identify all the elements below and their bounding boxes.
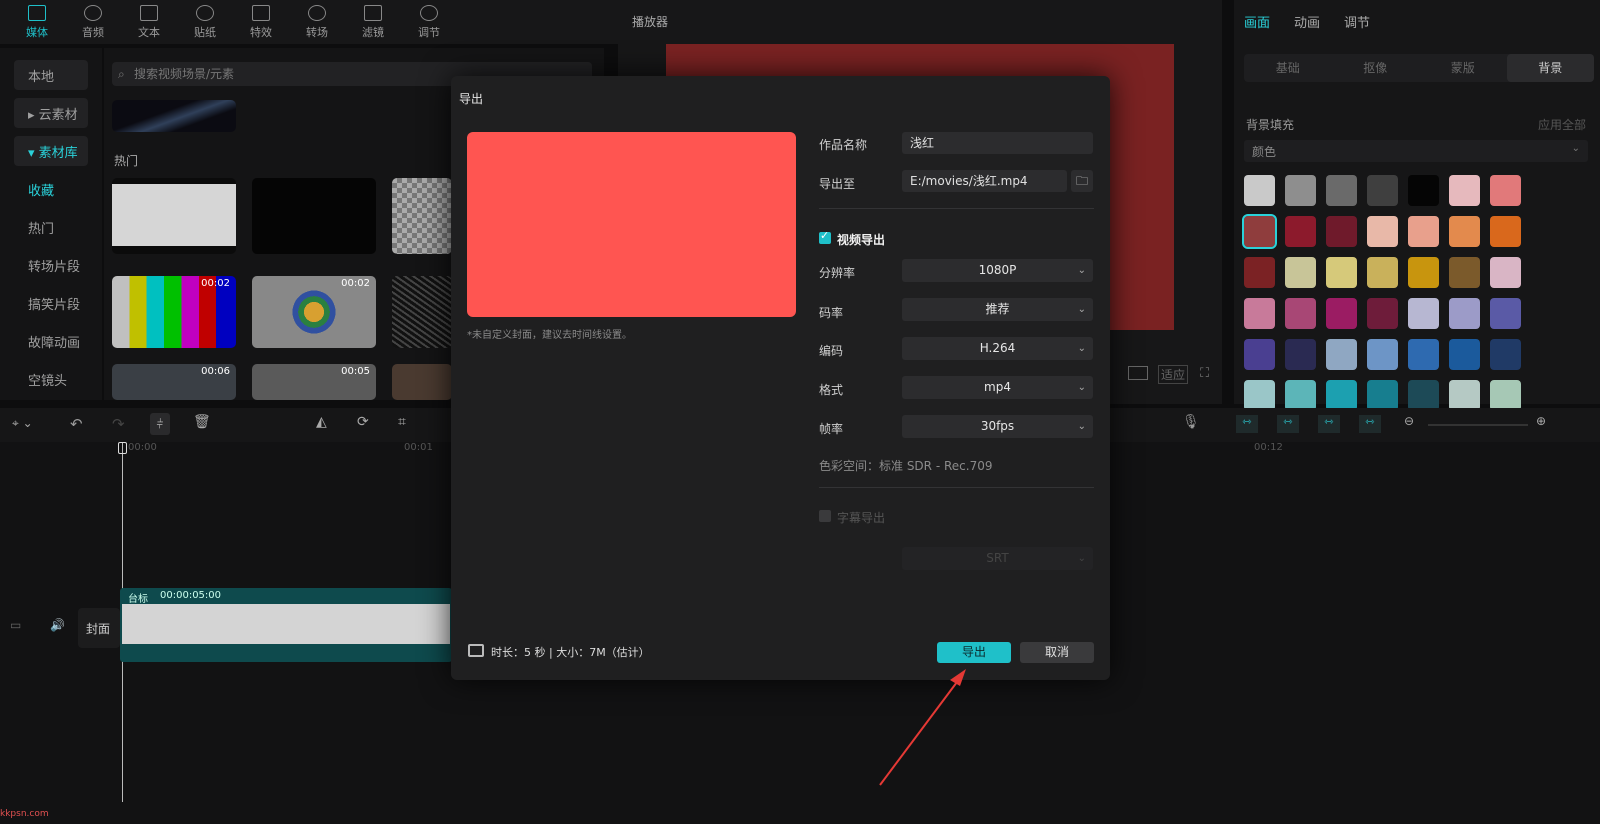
watermark: kkpsn.com <box>0 809 49 819</box>
annotation-arrow <box>879 669 966 786</box>
